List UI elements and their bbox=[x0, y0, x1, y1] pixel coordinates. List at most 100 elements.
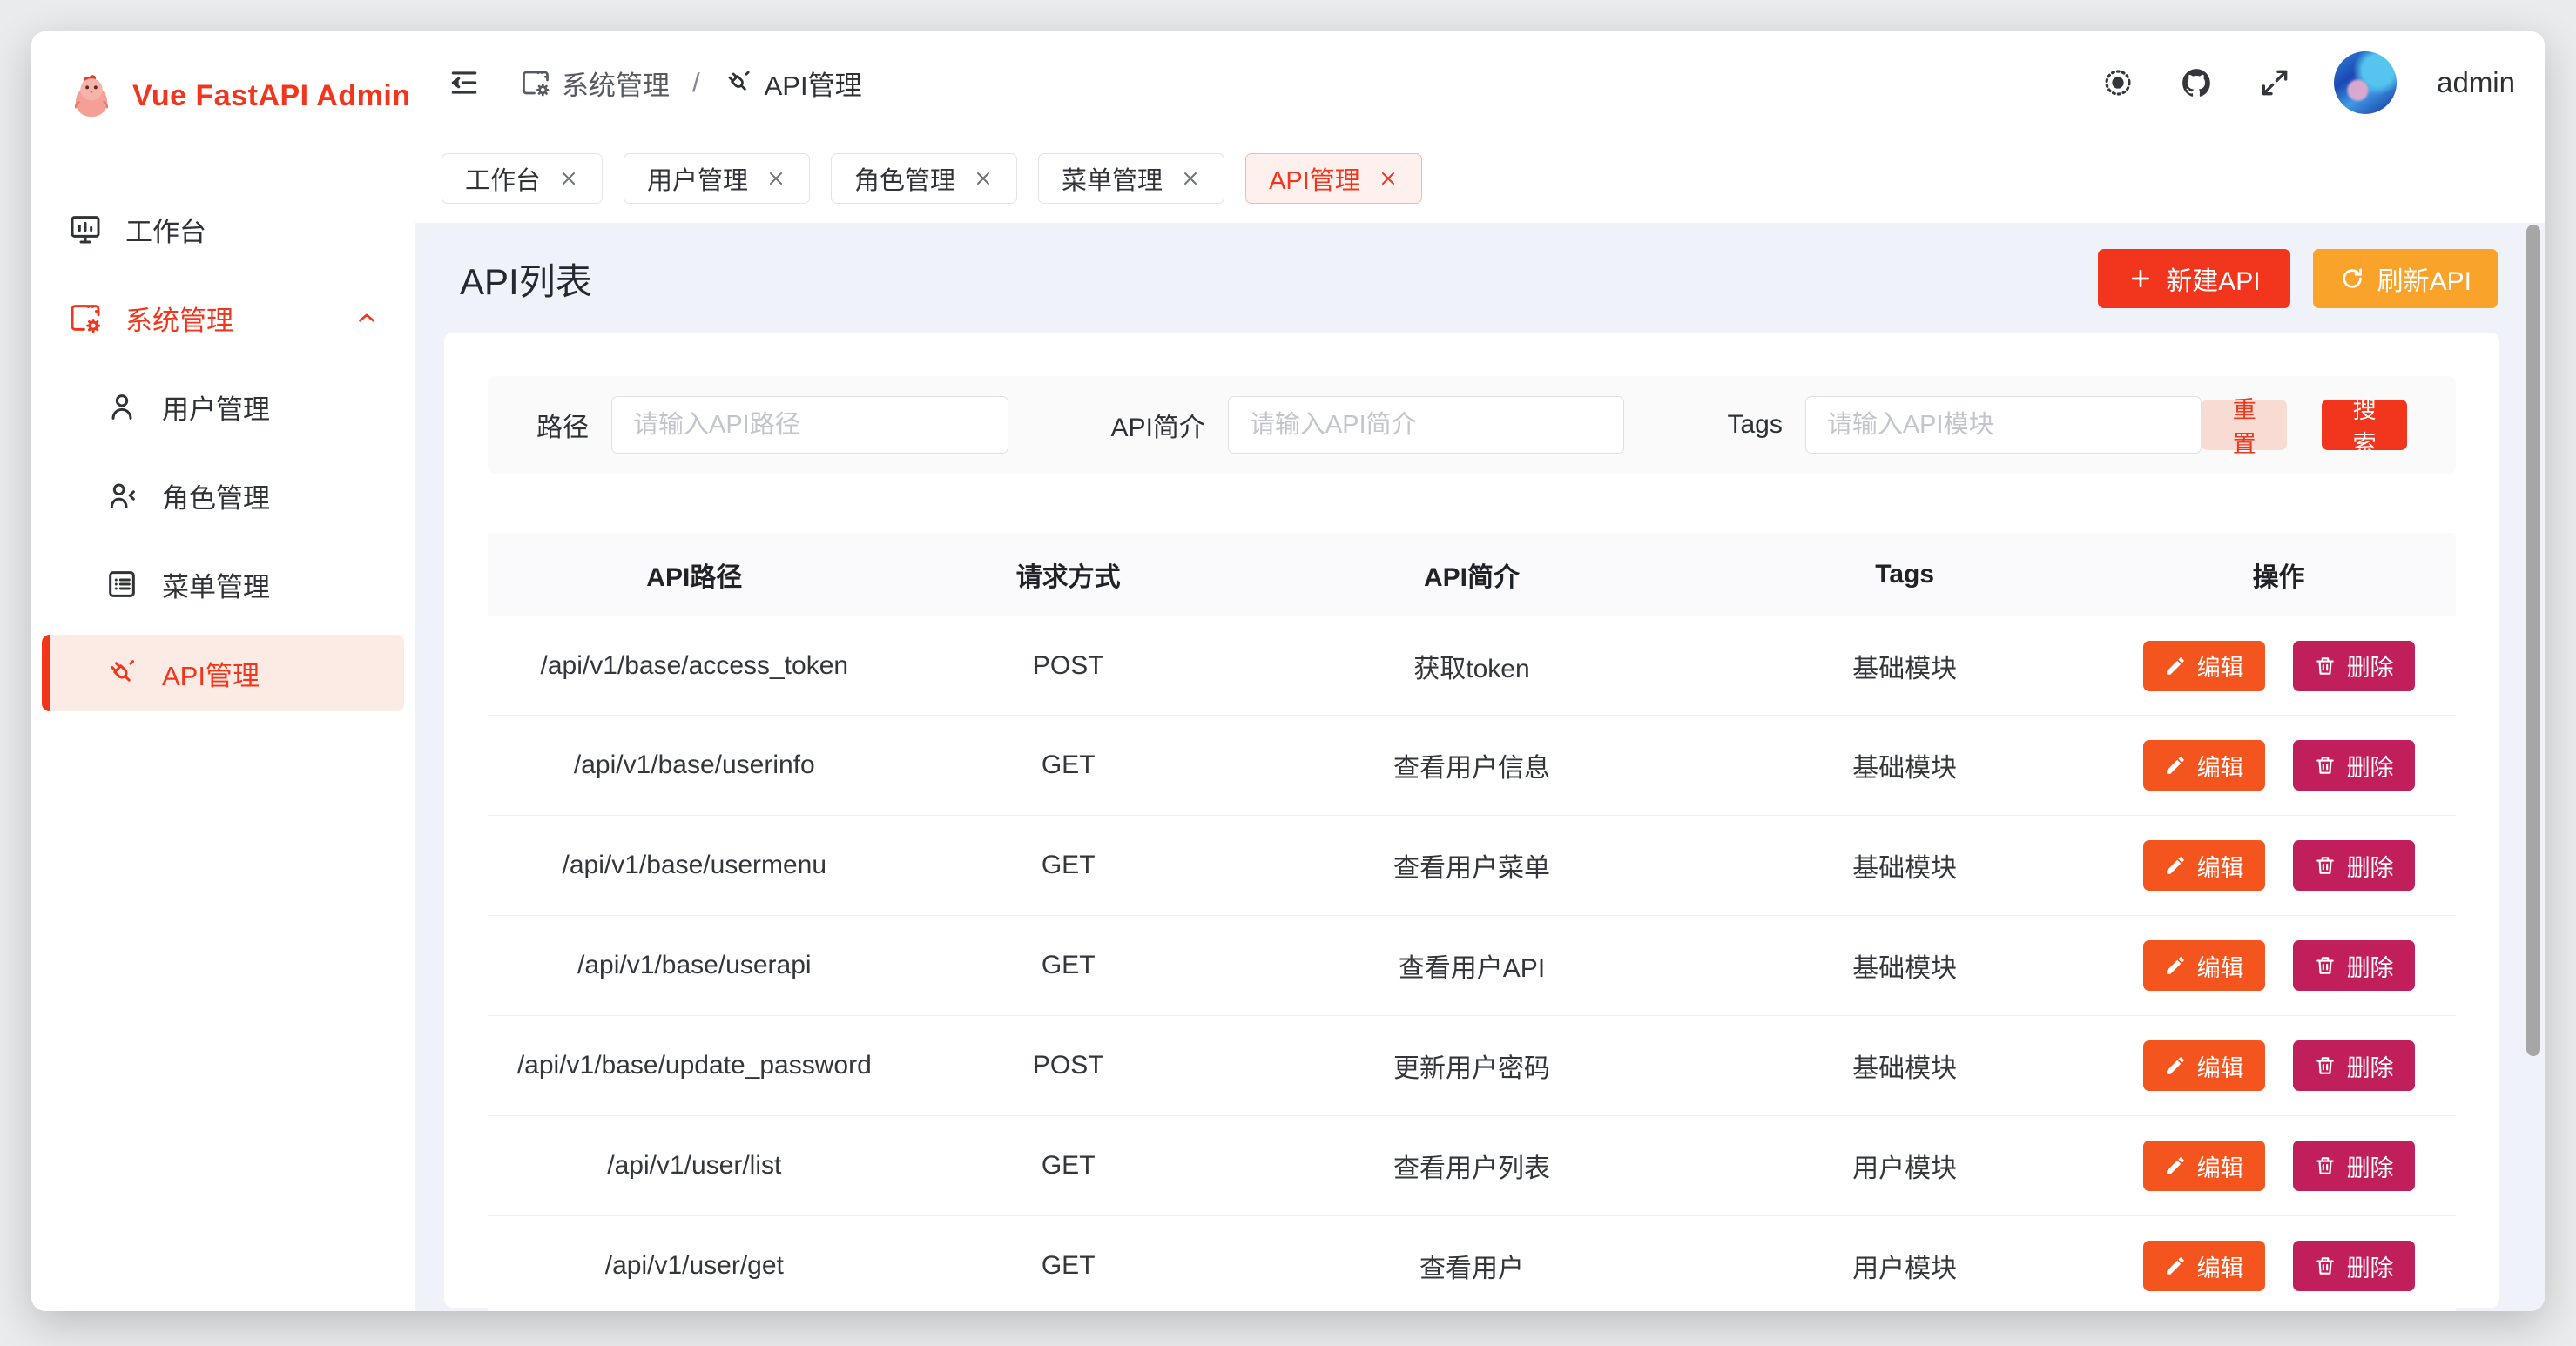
close-icon[interactable] bbox=[1378, 168, 1399, 189]
fullscreen-icon[interactable] bbox=[2256, 64, 2294, 102]
cell-api-path: /api/v1/base/access_token bbox=[488, 651, 901, 681]
trash-icon bbox=[2314, 655, 2337, 677]
delete-button[interactable]: 删除 bbox=[2293, 641, 2415, 691]
close-icon[interactable] bbox=[1180, 168, 1201, 189]
reset-button[interactable]: 重置 bbox=[2202, 400, 2287, 450]
col-header-summary: API简介 bbox=[1236, 555, 1708, 594]
path-filter-input[interactable] bbox=[611, 396, 1008, 454]
tab-api[interactable]: API管理 bbox=[1245, 153, 1422, 204]
theme-sun-icon[interactable] bbox=[2099, 64, 2137, 102]
breadcrumb-system[interactable]: 系统管理 bbox=[520, 64, 670, 103]
page-title: API列表 bbox=[460, 252, 592, 306]
cell-summary: 获取token bbox=[1236, 647, 1708, 685]
menu-list-icon bbox=[105, 567, 139, 602]
cell-actions: 编辑 删除 bbox=[2101, 940, 2456, 991]
vertical-scrollbar[interactable] bbox=[2526, 225, 2540, 1056]
username[interactable]: admin bbox=[2437, 66, 2515, 99]
tab-roles[interactable]: 角色管理 bbox=[831, 153, 1017, 204]
breadcrumb: 系统管理 / API管理 bbox=[520, 64, 862, 103]
col-header-path: API路径 bbox=[488, 555, 901, 594]
cell-actions: 编辑 删除 bbox=[2101, 1241, 2456, 1291]
cell-api-path: /api/v1/user/list bbox=[488, 1151, 901, 1181]
sidebar-item-label: 菜单管理 bbox=[162, 565, 270, 604]
sidebar-item-system[interactable]: 系统管理 bbox=[42, 279, 404, 356]
cell-api-path: /api/v1/base/update_password bbox=[488, 1051, 901, 1080]
title-row: API列表 新建API 刷新API bbox=[444, 223, 2499, 326]
delete-button[interactable]: 删除 bbox=[2293, 1040, 2415, 1091]
cell-tags: 用户模块 bbox=[1708, 1247, 2101, 1285]
cell-api-path: /api/v1/user/get bbox=[488, 1251, 901, 1281]
sidebar-item-menus[interactable]: 菜单管理 bbox=[42, 546, 404, 623]
pencil-icon bbox=[2164, 754, 2187, 777]
tab-users[interactable]: 用户管理 bbox=[624, 153, 810, 204]
cell-api-path: /api/v1/base/usermenu bbox=[488, 851, 901, 880]
content: API列表 新建API 刷新API bbox=[415, 223, 2545, 1311]
trash-icon bbox=[2314, 954, 2337, 977]
cell-tags: 基础模块 bbox=[1708, 746, 2101, 784]
delete-button[interactable]: 删除 bbox=[2293, 1141, 2415, 1191]
plus-icon bbox=[2128, 266, 2154, 292]
edit-button[interactable]: 编辑 bbox=[2143, 641, 2265, 691]
summary-filter-label: API简介 bbox=[1111, 406, 1205, 444]
cell-actions: 编辑 删除 bbox=[2101, 641, 2456, 691]
cell-api-path: /api/v1/base/userinfo bbox=[488, 750, 901, 780]
delete-button[interactable]: 删除 bbox=[2293, 740, 2415, 791]
trash-icon bbox=[2314, 1255, 2337, 1277]
cell-actions: 编辑 删除 bbox=[2101, 840, 2456, 891]
close-icon[interactable] bbox=[558, 168, 579, 189]
sidebar-item-workbench[interactable]: 工作台 bbox=[42, 191, 404, 267]
trash-icon bbox=[2314, 854, 2337, 877]
create-api-button[interactable]: 新建API bbox=[2098, 249, 2289, 308]
refresh-api-button[interactable]: 刷新API bbox=[2313, 249, 2498, 308]
cell-actions: 编辑 删除 bbox=[2101, 1040, 2456, 1091]
table-row: /api/v1/base/userapi GET 查看用户API 基础模块 编辑… bbox=[488, 916, 2456, 1016]
table-header: API路径 请求方式 API简介 Tags 操作 bbox=[488, 533, 2456, 616]
cell-summary: 查看用户列表 bbox=[1236, 1147, 1708, 1185]
sidebar-item-roles[interactable]: 角色管理 bbox=[42, 457, 404, 534]
user-icon bbox=[105, 389, 139, 424]
tab-workbench[interactable]: 工作台 bbox=[442, 153, 603, 204]
cell-tags: 用户模块 bbox=[1708, 1147, 2101, 1185]
sidebar-item-users[interactable]: 用户管理 bbox=[42, 368, 404, 445]
tab-menus[interactable]: 菜单管理 bbox=[1038, 153, 1224, 204]
edit-button[interactable]: 编辑 bbox=[2143, 1141, 2265, 1191]
cell-actions: 编辑 删除 bbox=[2101, 1141, 2456, 1191]
github-icon[interactable] bbox=[2177, 64, 2215, 102]
close-icon[interactable] bbox=[765, 168, 786, 189]
search-button[interactable]: 搜索 bbox=[2322, 400, 2407, 450]
table-row: /api/v1/base/usermenu GET 查看用户菜单 基础模块 编辑… bbox=[488, 816, 2456, 916]
cell-summary: 查看用户菜单 bbox=[1236, 846, 1708, 885]
cell-method: GET bbox=[901, 851, 1236, 880]
brand[interactable]: Vue FastAPI Admin bbox=[31, 68, 415, 124]
cell-method: GET bbox=[901, 750, 1236, 780]
topbar-right: admin bbox=[2099, 51, 2515, 114]
user-role-icon bbox=[105, 478, 139, 513]
edit-button[interactable]: 编辑 bbox=[2143, 740, 2265, 791]
edit-button[interactable]: 编辑 bbox=[2143, 1040, 2265, 1091]
table-row: /api/v1/base/userinfo GET 查看用户信息 基础模块 编辑… bbox=[488, 716, 2456, 816]
summary-filter-input[interactable] bbox=[1228, 396, 1625, 454]
pencil-icon bbox=[2164, 1154, 2187, 1177]
tags-filter-label: Tags bbox=[1727, 410, 1782, 440]
collapse-sidebar-icon[interactable] bbox=[445, 64, 483, 102]
delete-button[interactable]: 删除 bbox=[2293, 840, 2415, 891]
pencil-icon bbox=[2164, 854, 2187, 877]
api-table: API路径 请求方式 API简介 Tags 操作 /api/v1/base/ac… bbox=[488, 533, 2456, 1311]
delete-button[interactable]: 删除 bbox=[2293, 940, 2415, 991]
breadcrumb-api[interactable]: API管理 bbox=[723, 64, 862, 103]
edit-button[interactable]: 编辑 bbox=[2143, 840, 2265, 891]
app-window: Vue FastAPI Admin 工作台 系统管 bbox=[31, 31, 2545, 1311]
edit-button[interactable]: 编辑 bbox=[2143, 1241, 2265, 1291]
sidebar: Vue FastAPI Admin 工作台 系统管 bbox=[31, 31, 415, 1311]
avatar[interactable] bbox=[2334, 51, 2397, 114]
filter-bar: 路径 API简介 Tags 重置 搜索 bbox=[488, 376, 2456, 474]
delete-button[interactable]: 删除 bbox=[2293, 1241, 2415, 1291]
cell-summary: 查看用户 bbox=[1236, 1247, 1708, 1285]
edit-button[interactable]: 编辑 bbox=[2143, 940, 2265, 991]
close-icon[interactable] bbox=[973, 168, 994, 189]
cell-summary: 查看用户API bbox=[1236, 946, 1708, 985]
tab-label: API管理 bbox=[1269, 160, 1360, 197]
trash-icon bbox=[2314, 1054, 2337, 1077]
tags-filter-input[interactable] bbox=[1805, 396, 2202, 454]
sidebar-item-api[interactable]: API管理 bbox=[42, 635, 404, 711]
